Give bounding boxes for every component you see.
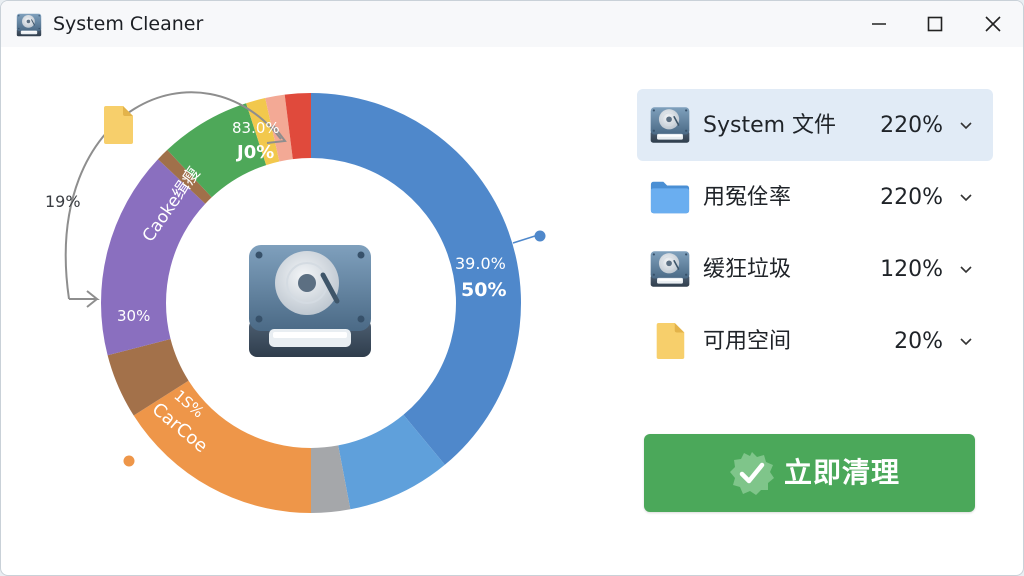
title-bar: System Cleaner [1, 1, 1023, 47]
hard-drive-icon [649, 250, 691, 288]
category-label: 缓狂垃圾 [703, 257, 792, 282]
category-row-folder[interactable]: 用冤佺率 220% [637, 161, 993, 233]
minimize-icon [872, 23, 886, 25]
orange-dot [123, 455, 135, 467]
donut-chart: 19% 39.0% 50% 83.0% J0% Caoke缉瘦 30% 1S% … [45, 91, 546, 513]
category-row-system-files[interactable]: System 文件 220% [637, 89, 993, 161]
close-button[interactable] [967, 1, 1019, 47]
category-label: System 文件 [703, 113, 837, 138]
blue-leader-line [512, 235, 536, 244]
brown-label: 30% [117, 307, 150, 325]
category-row-cache-junk[interactable]: 缓狂垃圾 120% [637, 233, 993, 305]
blue-label-1: 39.0% [455, 254, 506, 273]
maximize-button[interactable] [909, 1, 961, 47]
hard-drive-icon [649, 106, 691, 144]
category-value: 20% [894, 329, 943, 354]
disk-usage-chart: 19% 39.0% 50% 83.0% J0% Caoke缉瘦 30% 1S% … [1, 47, 621, 575]
category-list: System 文件 220% 用冤佺率 220% 缓狂垃圾 120% 可用空间 … [637, 89, 995, 377]
app-window: System Cleaner 19% 39.0% 50% 83.0% J0% C… [0, 0, 1024, 576]
blue-dot [534, 230, 546, 242]
category-row-free-space[interactable]: 可用空间 20% [637, 305, 993, 377]
chevron-down-icon[interactable] [959, 118, 973, 132]
green-label-2: J0% [235, 142, 274, 163]
window-title: System Cleaner [53, 13, 204, 35]
category-label: 可用空间 [703, 329, 792, 354]
close-icon [985, 16, 1001, 32]
blue-label-2: 50% [461, 279, 506, 301]
arrow-head-left [69, 290, 100, 308]
chevron-down-icon[interactable] [959, 334, 973, 348]
file-icon [104, 106, 133, 144]
file-icon [656, 322, 685, 360]
category-value: 220% [880, 113, 943, 138]
chevron-down-icon[interactable] [959, 190, 973, 204]
hard-drive-icon [249, 245, 371, 357]
verified-check-icon [730, 452, 774, 495]
hard-drive-icon [16, 12, 42, 38]
maximize-icon [927, 16, 943, 32]
outer-percent-label: 19% [45, 192, 81, 211]
category-value: 220% [880, 185, 943, 210]
green-label-1: 83.0% [232, 119, 280, 137]
minimize-button[interactable] [853, 1, 905, 47]
category-label: 用冤佺率 [703, 185, 792, 210]
clean-now-button[interactable]: 立即清理 [644, 434, 975, 512]
clean-now-label: 立即清理 [784, 456, 901, 489]
folder-icon [649, 178, 691, 216]
category-value: 120% [880, 257, 943, 282]
chevron-down-icon[interactable] [959, 262, 973, 276]
